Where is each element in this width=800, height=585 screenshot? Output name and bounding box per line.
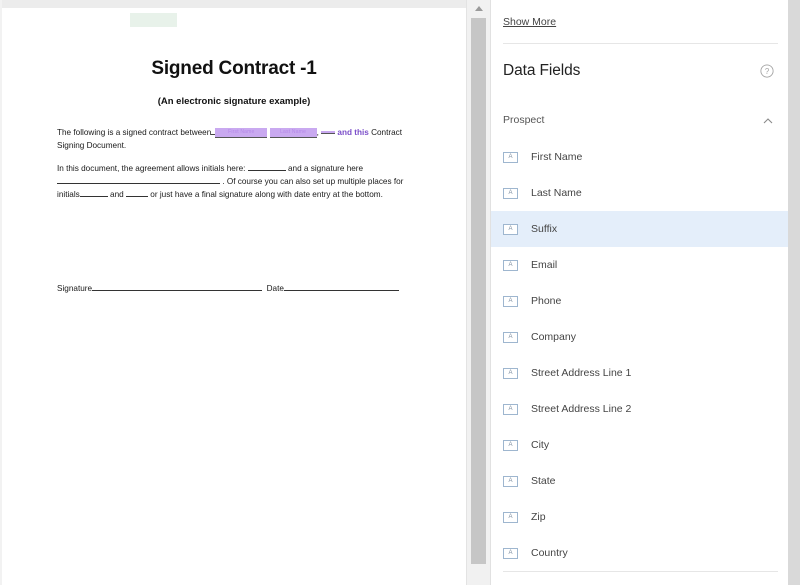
- signature-blank-inline: [57, 183, 220, 184]
- document-title: Signed Contract -1: [151, 58, 317, 79]
- field-row-street-address-line-2[interactable]: A Street Address Line 2: [491, 391, 788, 427]
- field-label: Last Name: [531, 187, 582, 199]
- p2-part2: and a signature here: [287, 164, 364, 173]
- field-group-prospect[interactable]: Prospect: [503, 108, 778, 132]
- field-row-country[interactable]: A Country: [491, 535, 788, 571]
- merge-chip-last-name[interactable]: Last Name: [269, 127, 317, 138]
- field-label: Street Address Line 2: [531, 403, 632, 415]
- data-fields-panel: Show More Data Fields ? Prospect A First…: [490, 0, 788, 585]
- document-viewer: Signed Contract -1 (An electronic signat…: [0, 0, 466, 585]
- field-row-street-address-line-1[interactable]: A Street Address Line 1: [491, 355, 788, 391]
- field-row-phone[interactable]: A Phone: [491, 283, 788, 319]
- svg-text:?: ?: [765, 67, 770, 76]
- data-field-list: A First Name A Last Name A Suffix A Emai…: [491, 139, 788, 571]
- field-row-suffix[interactable]: A Suffix: [491, 211, 788, 247]
- text-field-icon: A: [503, 259, 518, 271]
- text-field-icon: A: [503, 223, 518, 235]
- document-page: Signed Contract -1 (An electronic signat…: [2, 8, 466, 585]
- signature-line: [92, 290, 263, 291]
- field-row-last-name[interactable]: A Last Name: [491, 175, 788, 211]
- document-subtitle: (An electronic signature example): [157, 96, 311, 107]
- scroll-up-button[interactable]: [467, 0, 491, 17]
- initials-blank-3: [126, 196, 148, 197]
- panel-title: Data Fields: [503, 62, 581, 79]
- scrollbar-thumb[interactable]: [471, 18, 486, 564]
- signature-label: Signature: [57, 284, 93, 293]
- p2-part5: or just have a final signature along wit…: [150, 190, 383, 199]
- text-field-icon: A: [503, 295, 518, 307]
- document-scrollbar[interactable]: [466, 0, 490, 585]
- field-row-email[interactable]: A Email: [491, 247, 788, 283]
- show-more-link[interactable]: Show More: [503, 16, 556, 28]
- page-scrollbar-edge[interactable]: [788, 0, 800, 585]
- text-field-icon: A: [503, 475, 518, 487]
- caret-up-icon: [475, 6, 483, 11]
- viewer-top-band: [2, 0, 466, 8]
- text-field-icon: A: [503, 331, 518, 343]
- chevron-up-icon[interactable]: [762, 114, 774, 126]
- text-field-icon: A: [503, 403, 518, 415]
- text-field-icon: A: [503, 151, 518, 163]
- date-line: [283, 290, 399, 291]
- text-field-icon: A: [503, 439, 518, 451]
- field-label: Phone: [531, 295, 562, 307]
- field-label: Company: [531, 331, 576, 343]
- paragraph-2: In this document, the agreement allows i…: [57, 162, 417, 201]
- panel-divider-top: [503, 43, 778, 44]
- signature-row: Signature Date: [57, 284, 399, 293]
- text-field-icon: A: [503, 367, 518, 379]
- field-label: City: [531, 439, 550, 451]
- text-field-icon: A: [503, 547, 518, 559]
- question-circle-icon[interactable]: ?: [760, 64, 774, 78]
- field-row-state[interactable]: A State: [491, 463, 788, 499]
- paragraph-1: The following is a signed contract betwe…: [57, 126, 417, 152]
- field-row-company[interactable]: A Company: [491, 319, 788, 355]
- p1-purple-text: and this: [337, 128, 369, 137]
- merge-chip-blank[interactable]: [321, 131, 336, 135]
- field-label: Zip: [531, 511, 546, 523]
- panel-divider-bottom: [503, 571, 778, 572]
- field-label: Country: [531, 547, 568, 559]
- field-label: Street Address Line 1: [531, 367, 632, 379]
- field-group-label: Prospect: [503, 114, 545, 126]
- initials-blank-1: [247, 170, 286, 171]
- field-row-city[interactable]: A City: [491, 427, 788, 463]
- field-label: Email: [531, 259, 558, 271]
- field-label: State: [531, 475, 556, 487]
- field-label: First Name: [531, 151, 583, 163]
- p2-part4: and: [110, 190, 124, 199]
- date-label: Date: [266, 284, 284, 293]
- field-row-zip[interactable]: A Zip: [491, 499, 788, 535]
- field-label: Suffix: [531, 223, 558, 235]
- initials-blank-2: [79, 196, 108, 197]
- text-field-icon: A: [503, 511, 518, 523]
- field-row-first-name[interactable]: A First Name: [491, 139, 788, 175]
- document-body: The following is a signed contract betwe…: [57, 126, 417, 211]
- green-highlight-box: [130, 13, 177, 27]
- text-field-icon: A: [503, 187, 518, 199]
- p2-part1: In this document, the agreement allows i…: [57, 164, 246, 173]
- merge-chip-first-name[interactable]: First Name: [215, 127, 268, 138]
- app-root: Signed Contract -1 (An electronic signat…: [0, 0, 800, 585]
- p1-comma: ,: [316, 128, 319, 137]
- p1-lead: The following is a signed contract betwe…: [57, 128, 212, 137]
